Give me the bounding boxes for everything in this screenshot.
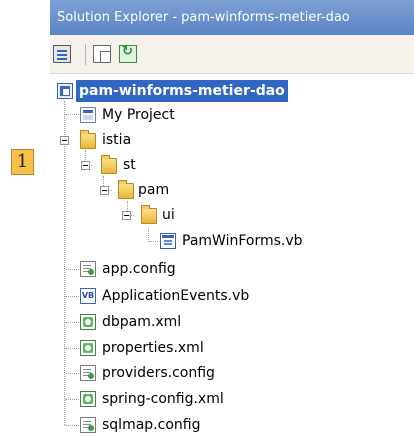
folder-icon: [101, 155, 117, 174]
xml-file-icon: [80, 314, 96, 330]
panel-title: Solution Explorer - pam-winforms-metier-…: [50, 0, 414, 35]
tree-item-istia[interactable]: istia: [50, 128, 414, 152]
tree-item-pamwinforms[interactable]: PamWinForms.vb: [50, 229, 414, 253]
tree-item-label: sqlmap.config: [102, 417, 201, 433]
tree-item-label: ApplicationEvents.vb: [102, 288, 250, 304]
tree-item-label: My Project: [102, 107, 175, 123]
tree-item-properties[interactable]: properties.xml: [50, 336, 414, 360]
tree-item-solution-root[interactable]: pam-winforms-metier-dao: [50, 79, 414, 103]
tree-item-pam[interactable]: pam: [50, 178, 414, 202]
tree-item-application-events[interactable]: VB ApplicationEvents.vb: [50, 284, 414, 308]
tree-item-label: dbpam.xml: [102, 314, 182, 330]
vb-project-icon: [57, 83, 73, 99]
toolbar-separator: [85, 44, 86, 65]
tree-item-label: spring-config.xml: [102, 391, 224, 407]
xml-file-icon: [80, 391, 96, 407]
callout-marker-1: 1: [11, 149, 34, 175]
toolbar: [50, 35, 414, 74]
my-project-icon: [80, 107, 96, 123]
solution-explorer-panel: Solution Explorer - pam-winforms-metier-…: [50, 0, 414, 437]
tree-item-sqlmap[interactable]: sqlmap.config: [50, 413, 414, 437]
tree-item-providers[interactable]: providers.config: [50, 361, 414, 385]
tree-item-spring-config[interactable]: spring-config.xml: [50, 387, 414, 411]
config-file-icon: [80, 261, 96, 277]
tree-item-label: app.config: [102, 261, 176, 277]
collapse-icon[interactable]: [122, 211, 131, 220]
xml-file-icon: [80, 340, 96, 356]
collapse-icon[interactable]: [60, 136, 69, 145]
folder-icon: [118, 180, 134, 199]
vb-file-icon: VB: [80, 288, 96, 304]
properties-button[interactable]: [53, 45, 71, 63]
tree-item-ui[interactable]: ui: [50, 203, 414, 227]
config-file-icon: [80, 417, 96, 433]
tree-item-label: st: [123, 157, 136, 173]
tree-item-label: ui: [162, 207, 175, 223]
tree-item-label: properties.xml: [102, 340, 204, 356]
tree-item-my-project[interactable]: My Project: [50, 103, 414, 127]
windows-form-icon: [160, 233, 176, 249]
collapse-icon[interactable]: [81, 161, 90, 170]
tree-item-label: PamWinForms.vb: [182, 233, 303, 249]
tree-item-label: providers.config: [102, 365, 215, 381]
show-all-files-button[interactable]: [93, 45, 111, 63]
collapse-icon[interactable]: [100, 186, 109, 195]
solution-tree: pam-winforms-metier-dao My Project istia…: [50, 73, 414, 437]
tree-item-label: pam-winforms-metier-dao: [76, 80, 288, 102]
config-file-icon: [80, 365, 96, 381]
folder-icon: [80, 130, 96, 149]
tree-item-label: pam: [138, 182, 170, 198]
tree-item-app-config[interactable]: app.config: [50, 257, 414, 281]
refresh-button[interactable]: [119, 44, 137, 63]
tree-item-st[interactable]: st: [50, 153, 414, 177]
tree-item-dbpam[interactable]: dbpam.xml: [50, 310, 414, 334]
folder-icon: [141, 205, 157, 224]
tree-item-label: istia: [102, 132, 132, 148]
